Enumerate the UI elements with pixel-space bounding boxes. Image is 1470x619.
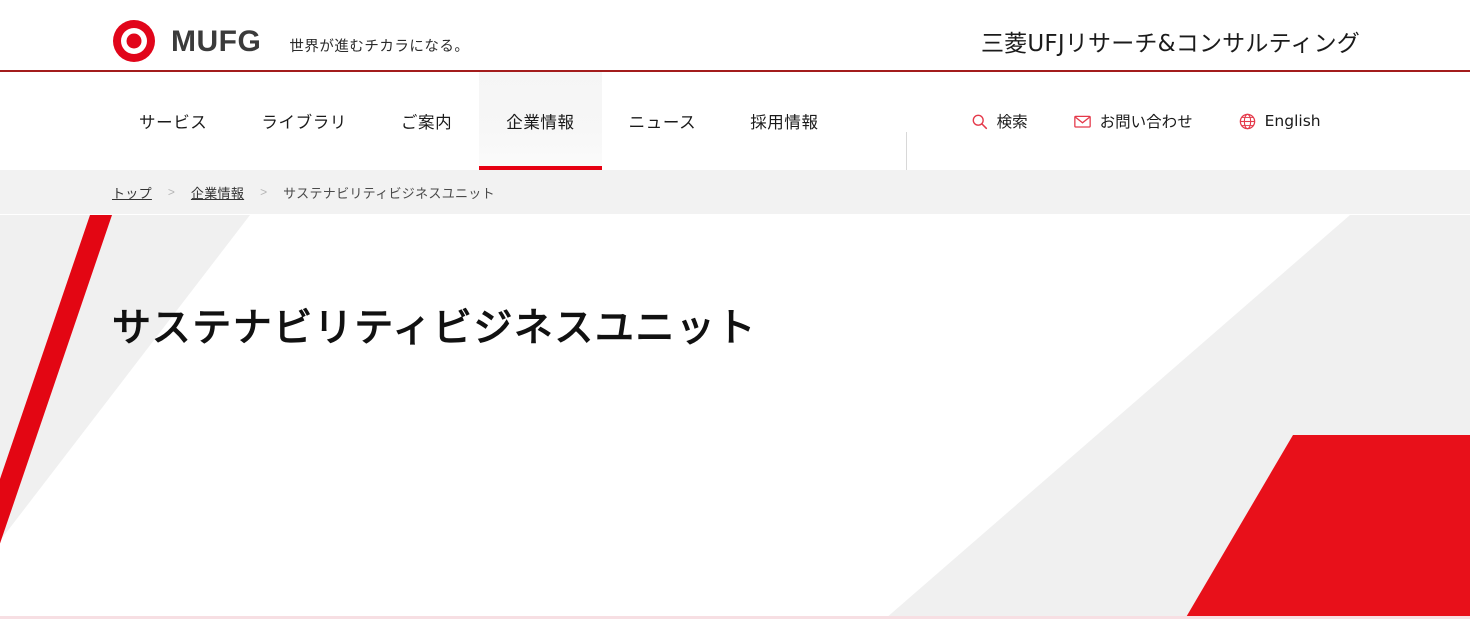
site-header: MUFG 世界が進むチカラになる。 三菱UFJリサーチ&コンサルティング	[0, 0, 1470, 72]
language-english-button[interactable]: English	[1239, 112, 1321, 130]
nav-divider	[905, 132, 907, 170]
nav-item-label: ニュース	[628, 113, 697, 132]
language-label: English	[1264, 112, 1321, 130]
breadcrumb-item-current: サステナビリティビジネスユニット	[283, 186, 495, 202]
page-title: サステナビリティビジネスユニット	[112, 306, 757, 351]
brand-tagline: 世界が進むチカラになる。	[289, 38, 470, 55]
nav-item-label: ライブラリ	[261, 113, 347, 132]
search-icon	[972, 114, 987, 129]
page-root: MUFG 世界が進むチカラになる。 三菱UFJリサーチ&コンサルティング サービ…	[0, 0, 1470, 619]
utility-nav-list: 検索 お問い合わせ English	[971, 72, 1321, 170]
global-navigation: サービス ライブラリ ご案内 企業情報 ニュース 採用情報 検索 お問い合わせ …	[0, 72, 1470, 170]
nav-item-services[interactable]: サービス	[112, 72, 234, 170]
primary-nav-list: サービス ライブラリ ご案内 企業情報 ニュース 採用情報	[112, 72, 846, 170]
search-button[interactable]: 検索	[971, 110, 1028, 132]
mufg-target-logo-icon	[113, 20, 155, 62]
mail-icon	[1073, 115, 1091, 128]
nav-item-library[interactable]: ライブラリ	[234, 72, 374, 170]
nav-item-label: ご案内	[400, 113, 453, 132]
nav-item-label: サービス	[139, 113, 208, 132]
nav-item-guide[interactable]: ご案内	[374, 72, 479, 170]
nav-item-company-info[interactable]: 企業情報	[479, 72, 603, 170]
search-label: 検索	[996, 113, 1028, 131]
brand-lockup[interactable]: MUFG 世界が進むチカラになる。	[112, 19, 469, 63]
mufg-wordmark: MUFG	[171, 25, 262, 58]
nav-item-label: 採用情報	[750, 113, 819, 132]
corporate-name: 三菱UFJリサーチ&コンサルティング	[980, 31, 1360, 57]
globe-icon	[1239, 113, 1255, 129]
breadcrumb-item-top[interactable]: トップ	[112, 183, 152, 202]
nav-item-recruit[interactable]: 採用情報	[723, 72, 845, 170]
breadcrumb-item-company-info[interactable]: 企業情報	[191, 183, 244, 202]
breadcrumb-separator: >	[260, 185, 268, 199]
hero-banner: サステナビリティビジネスユニット	[0, 215, 1470, 619]
breadcrumb-separator: >	[167, 185, 175, 199]
nav-item-news[interactable]: ニュース	[602, 72, 724, 170]
contact-label: お問い合わせ	[1099, 113, 1193, 131]
nav-item-label: 企業情報	[506, 113, 575, 132]
hero-decorative-graphic	[0, 215, 1470, 619]
breadcrumb: トップ > 企業情報 > サステナビリティビジネスユニット	[0, 170, 1470, 215]
contact-button[interactable]: お問い合わせ	[1073, 110, 1193, 132]
